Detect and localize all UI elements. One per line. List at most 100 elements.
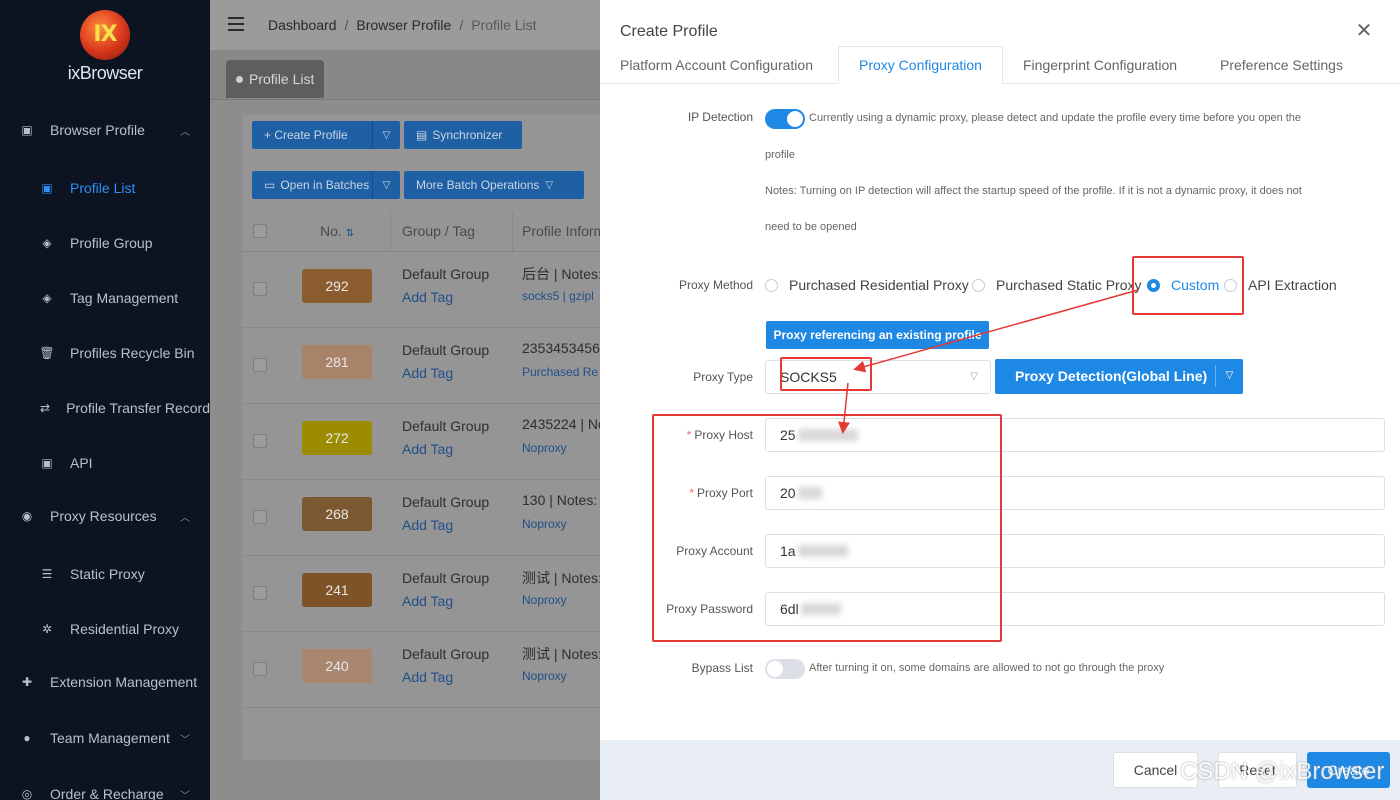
profile-group: Default Group <box>402 342 490 358</box>
row-checkbox[interactable] <box>253 358 267 372</box>
transfer-icon: ⇄ <box>40 401 51 415</box>
breadcrumb-dashboard[interactable]: Dashboard <box>268 17 337 33</box>
sidebar-item-label: API <box>70 455 93 471</box>
more-batch-operations-button[interactable]: More Batch Operations ▽ <box>404 171 584 199</box>
sort-icon: ⇅ <box>345 228 355 239</box>
breadcrumb-browser-profile[interactable]: Browser Profile <box>356 17 451 33</box>
logo: ixBrowser <box>60 10 150 84</box>
sidebar-item-order-recharge[interactable]: ◎ Order & Recharge ﹀ <box>0 779 210 800</box>
profile-info: 2353453456 <box>522 340 600 356</box>
radio-purchased-residential[interactable] <box>765 279 778 292</box>
modal-title: Create Profile <box>620 23 718 40</box>
user-icon: ● <box>23 731 31 745</box>
create-profile-button[interactable]: + Create Profile ▽ <box>252 121 400 149</box>
radio-purchased-static[interactable] <box>972 279 985 292</box>
table-row[interactable]: 268 Default Group Add Tag 130 | Notes: Nopro… <box>242 480 612 556</box>
profile-proxy: Noproxy <box>522 669 567 683</box>
bypass-list-text: After turning it on, some domains are al… <box>809 662 1165 674</box>
ip-detection-text: Currently using a dynamic proxy, please … <box>809 112 1302 124</box>
header-no[interactable]: No. ⇅ <box>320 223 354 239</box>
chevron-down-icon[interactable]: ▽ <box>372 171 400 199</box>
sidebar-item-profile-list[interactable]: ▣ Profile List <box>0 173 210 203</box>
add-tag-link[interactable]: Add Tag <box>402 669 453 685</box>
add-tag-link[interactable]: Add Tag <box>402 365 453 381</box>
radio-purchased-residential-label[interactable]: Purchased Residential Proxy <box>789 277 969 293</box>
chevron-down-icon[interactable]: ▽ <box>1215 365 1243 387</box>
menu-toggle-icon[interactable] <box>228 17 244 31</box>
sidebar-item-transfer-record[interactable]: ⇄ Profile Transfer Record <box>0 393 210 423</box>
chevron-down-icon[interactable]: ▽ <box>372 121 400 149</box>
sidebar-item-static-proxy[interactable]: ☰ Static Proxy <box>0 559 210 589</box>
add-tag-link[interactable]: Add Tag <box>402 289 453 305</box>
sidebar-item-team-management[interactable]: ● Team Management ﹀ <box>0 723 210 753</box>
tab-fingerprint-configuration[interactable]: Fingerprint Configuration <box>1023 46 1177 84</box>
table-row[interactable]: 292 Default Group Add Tag 后台 | Notes: socks5… <box>242 252 612 328</box>
sidebar-item-label: Order & Recharge <box>50 786 164 800</box>
bypass-list-label: Bypass List <box>691 661 753 675</box>
sidebar-item-api[interactable]: ▣ API <box>0 448 210 478</box>
tab-preference-settings[interactable]: Preference Settings <box>1220 46 1343 84</box>
ip-detection-note-cont: need to be opened <box>765 221 857 233</box>
sidebar-item-recycle-bin[interactable]: 🗑 Profiles Recycle Bin <box>0 338 210 368</box>
profile-group: Default Group <box>402 266 490 282</box>
ip-detection-note: Notes: Turning on IP detection will affe… <box>765 185 1302 197</box>
radio-purchased-static-label[interactable]: Purchased Static Proxy <box>996 277 1142 293</box>
chevron-down-icon: ﹀ <box>180 790 190 800</box>
add-tag-link[interactable]: Add Tag <box>402 441 453 457</box>
sidebar-item-profile-group[interactable]: ◈ Profile Group <box>0 228 210 258</box>
sidebar-item-label: Profiles Recycle Bin <box>70 345 195 361</box>
profile-number-badge: 240 <box>302 649 372 683</box>
sidebar-item-extension-management[interactable]: ✚ Extension Management <box>0 667 210 697</box>
synchronizer-button[interactable]: ▤ Synchronizer <box>404 121 522 149</box>
tab-label: Profile List <box>249 71 315 87</box>
ip-detection-toggle[interactable] <box>765 109 805 129</box>
close-icon[interactable]: ✕ <box>1355 21 1373 41</box>
row-checkbox[interactable] <box>253 662 267 676</box>
table-row[interactable]: 272 Default Group Add Tag 2435224 | No Nopro… <box>242 404 612 480</box>
chevron-down-icon: ▽ <box>970 371 978 382</box>
profile-proxy: Purchased Re <box>522 365 599 379</box>
tab-platform-account[interactable]: Platform Account Configuration <box>620 46 813 84</box>
row-checkbox[interactable] <box>253 586 267 600</box>
proxy-detection-button[interactable]: Proxy Detection(Global Line) ▽ <box>995 359 1243 394</box>
tab-proxy-configuration[interactable]: Proxy Configuration <box>838 46 1003 84</box>
profile-group: Default Group <box>402 646 490 662</box>
row-checkbox[interactable] <box>253 282 267 296</box>
breadcrumb: Dashboard / Browser Profile / Profile List <box>268 17 537 33</box>
row-checkbox[interactable] <box>253 510 267 524</box>
table-row[interactable]: 241 Default Group Add Tag 测试 | Notes: Noprox… <box>242 556 612 632</box>
sidebar-item-browser-profile[interactable]: ▣ Browser Profile ︿ <box>0 115 210 145</box>
logo-text: ixBrowser <box>67 63 143 83</box>
row-checkbox[interactable] <box>253 434 267 448</box>
add-tag-link[interactable]: Add Tag <box>402 593 453 609</box>
chevron-up-icon: ︿ <box>180 126 190 138</box>
bypass-list-toggle[interactable] <box>765 659 805 679</box>
ip-detection-text-cont: profile <box>765 149 795 161</box>
sidebar-item-proxy-resources[interactable]: ◉ Proxy Resources ︿ <box>0 501 210 531</box>
table-row[interactable]: 240 Default Group Add Tag 测试 | Notes: Noprox… <box>242 632 612 708</box>
calendar-icon: ▣ <box>41 181 53 195</box>
sidebar-item-residential-proxy[interactable]: ✲ Residential Proxy <box>0 614 210 644</box>
sidebar-item-tag-management[interactable]: ◈ Tag Management <box>0 283 210 313</box>
sidebar-item-label: Profile List <box>70 180 136 196</box>
profile-info: 后台 | Notes: <box>522 266 602 282</box>
globe-icon: ◉ <box>21 509 33 523</box>
profile-number-badge: 268 <box>302 497 372 531</box>
chevron-up-icon: ︿ <box>180 512 190 524</box>
table-header: No. ⇅ Group / Tag Profile Informe <box>242 212 613 252</box>
reference-existing-profile-button[interactable]: Proxy referencing an existing profile <box>766 321 989 349</box>
radio-api-extraction-label[interactable]: API Extraction <box>1248 277 1337 293</box>
profile-info: 130 | Notes: <box>522 492 598 508</box>
tab-profile-list[interactable]: Profile List <box>226 60 325 98</box>
profile-info: 测试 | Notes: <box>522 570 602 586</box>
sidebar-item-label: Profile Transfer Record <box>66 400 210 416</box>
sidebar-item-label: Residential Proxy <box>70 621 179 637</box>
trash-icon: 🗑 <box>39 346 55 360</box>
table-row[interactable]: 281 Default Group Add Tag 2353453456 Purchas… <box>242 328 612 404</box>
sidebar-item-label: Extension Management <box>50 674 198 690</box>
add-tag-link[interactable]: Add Tag <box>402 517 453 533</box>
select-all-checkbox[interactable] <box>253 224 267 238</box>
ixbrowser-logo-icon <box>80 10 130 60</box>
profile-number-badge: 281 <box>302 345 372 379</box>
open-batches-button[interactable]: ▭ Open in Batches ▽ <box>252 171 400 199</box>
